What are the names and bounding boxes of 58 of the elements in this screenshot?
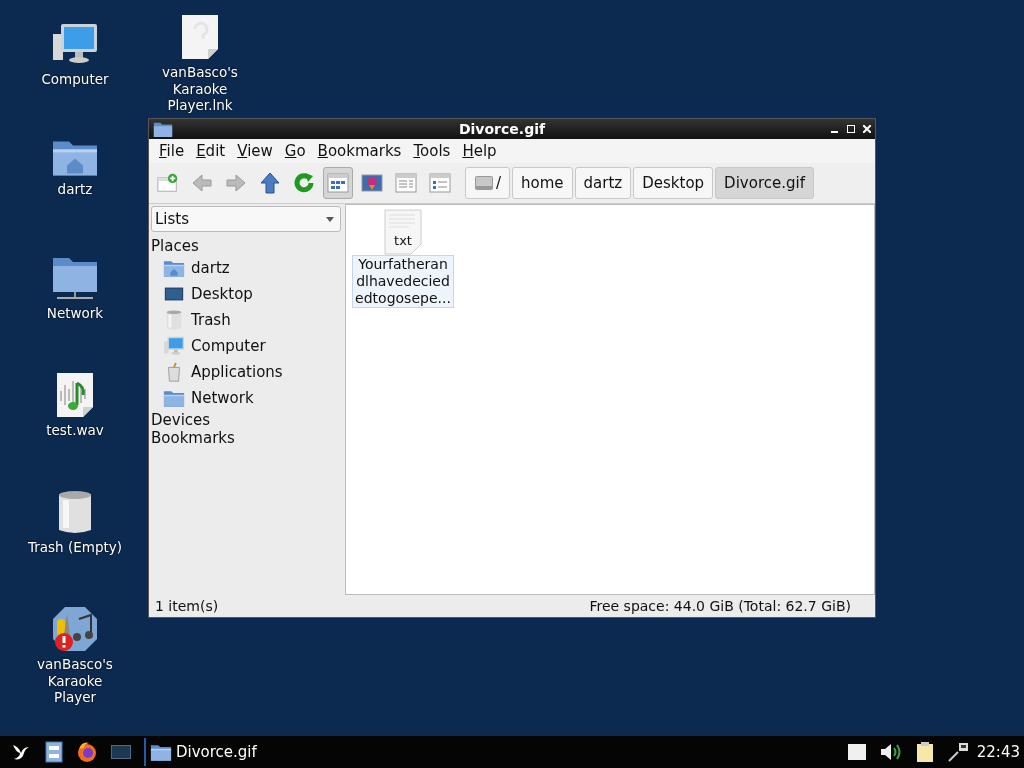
home-folder-icon <box>163 258 185 278</box>
menu-item[interactable]: Help <box>456 142 503 160</box>
clock: 22:43 <box>976 743 1020 761</box>
menu-item[interactable]: File <box>153 142 191 160</box>
karaoke-app-icon <box>51 605 99 653</box>
sidebar-item[interactable]: Computer <box>151 333 341 359</box>
folder-icon <box>150 742 172 762</box>
icon-view-button[interactable] <box>323 167 353 199</box>
sidebar-section[interactable]: Bookmarks <box>151 429 341 447</box>
path-button[interactable]: / <box>465 167 511 199</box>
sidebar-item[interactable]: Network <box>151 385 341 411</box>
menu-item[interactable]: Go <box>278 142 312 160</box>
removable-drive-icon[interactable] <box>846 743 867 761</box>
left-arrow-icon <box>191 173 213 193</box>
folder-icon <box>153 120 173 138</box>
path-button[interactable]: Divorce.gif <box>715 167 814 199</box>
file-manager-icon[interactable] <box>44 741 64 763</box>
path-button[interactable]: Desktop <box>633 167 714 199</box>
desktop-icon-label[interactable]: vanBasco's Karaoke Player <box>25 656 125 706</box>
sidebar-item[interactable]: Desktop <box>151 281 341 307</box>
right-arrow-icon <box>225 173 247 193</box>
browser-icon[interactable] <box>76 741 98 763</box>
file-type-label: txt <box>394 233 412 250</box>
path-button[interactable]: dartz <box>574 167 632 199</box>
path-button[interactable]: home <box>512 167 573 199</box>
text-file-icon <box>383 209 423 255</box>
desktop-icon-label[interactable]: vanBasco's Karaoke Player.lnk <box>150 64 250 114</box>
menu-item[interactable]: Bookmarks <box>311 142 408 160</box>
desktop-icon-label[interactable]: Computer <box>41 71 109 88</box>
dropdown-arrow-icon <box>326 216 334 222</box>
close-button[interactable] <box>863 125 871 133</box>
folder-icon <box>163 388 185 408</box>
sidebar-item[interactable]: Trash <box>151 307 341 333</box>
volume-icon[interactable] <box>878 742 903 762</box>
item-count: 1 item(s) <box>155 598 219 614</box>
file-name[interactable]: Yourfatheran dlhavedecied edtogosepe... <box>352 255 454 308</box>
taskbar-window-button[interactable]: Divorce.gif <box>150 742 257 762</box>
desktop-icon-label[interactable]: Trash (Empty) <box>27 539 122 556</box>
drive-icon <box>474 174 494 192</box>
menu-item[interactable]: Tools <box>407 142 457 160</box>
maximize-button[interactable] <box>847 125 855 133</box>
clipboard-icon[interactable] <box>914 741 935 763</box>
sidebar-section[interactable]: Devices <box>151 411 341 429</box>
computer-icon <box>163 335 185 357</box>
menu-item[interactable]: Edit <box>190 142 232 160</box>
desktop-icon-label[interactable]: Network <box>46 305 104 322</box>
sidebar-item[interactable]: dartz <box>151 255 341 281</box>
menu-item[interactable]: View <box>231 142 279 160</box>
terminal-icon[interactable] <box>110 743 132 761</box>
sidebar-section[interactable]: Places <box>151 237 341 255</box>
desktop-icon-label[interactable]: dartz <box>57 180 93 198</box>
network-plug-icon[interactable] <box>946 741 969 763</box>
task-label: Divorce.gif <box>176 743 257 761</box>
side-pane-selector[interactable]: Lists <box>151 206 341 232</box>
desktop-icon-label[interactable]: test.wav <box>46 422 104 439</box>
free-space-info: Free space: 44.0 GiB (Total: 62.7 GiB) <box>589 598 851 614</box>
window-title: Divorce.gif <box>457 121 547 137</box>
sidebar-item[interactable]: Applications <box>151 359 341 385</box>
